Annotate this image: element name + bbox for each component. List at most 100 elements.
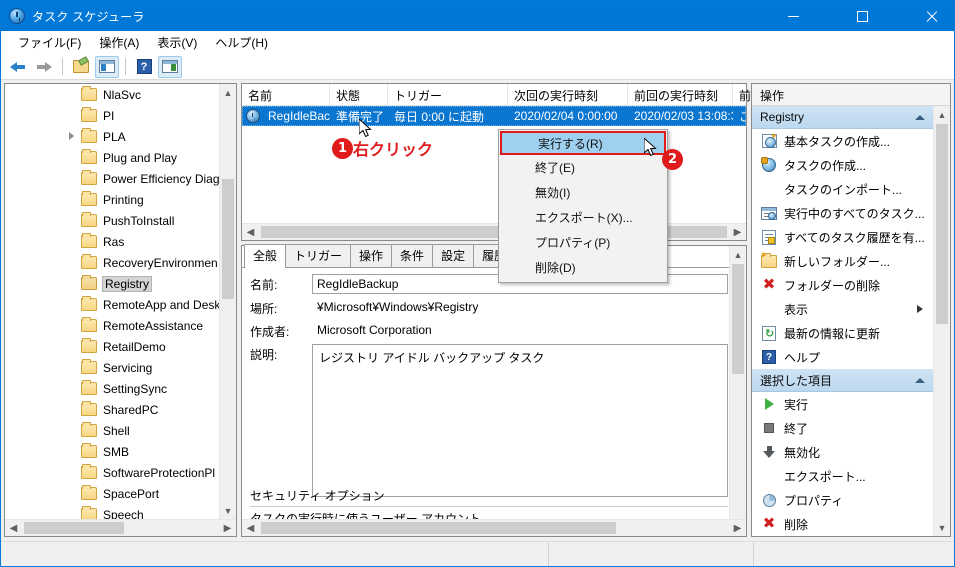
actions-group-header[interactable]: 選択した項目 [752,369,933,392]
action-item[interactable]: 実行 [752,392,933,416]
task-hscroll-right-icon[interactable]: ▶ [729,224,746,241]
action-item[interactable]: タスクのインポート... [752,177,933,201]
tree-item-smb[interactable]: SMB [5,441,219,462]
task-hscroll-left-icon[interactable]: ◀ [242,224,259,241]
tree-item-pushtoinstall[interactable]: PushToInstall [5,210,219,231]
up-folder-button[interactable] [69,56,93,78]
action-item[interactable]: 実行中のすべてのタスク... [752,201,933,225]
chevron-up-icon[interactable] [915,114,925,120]
tree-vertical-scrollbar[interactable]: ▲ ▼ [219,84,236,519]
action-item[interactable]: 無効化 [752,440,933,464]
action-item[interactable]: ✖ フォルダーの削除 [752,273,933,297]
hscroll-left-icon[interactable]: ◀ [5,520,22,537]
detail-vertical-scrollbar[interactable]: ▲ ▼ [729,246,746,536]
tree-item-shell[interactable]: Shell [5,420,219,441]
chevron-up-icon[interactable] [915,377,925,383]
chevron-right-icon[interactable] [917,305,923,313]
tab-0[interactable]: 全般 [244,244,287,268]
tree-item-recoveryenvironmen[interactable]: RecoveryEnvironmen [5,252,219,273]
show-action-pane-button[interactable] [158,55,182,78]
menu-file[interactable]: ファイル(F) [9,32,90,53]
task-column-header[interactable]: トリガー [388,84,508,105]
task-column-header[interactable]: 前回の実行時刻 [628,84,733,105]
tab-4[interactable]: 設定 [432,244,475,267]
detail-scroll-up-icon[interactable]: ▲ [730,246,746,263]
context-menu-item[interactable]: エクスポート(X)... [499,205,667,230]
tab-1[interactable]: トリガー [285,244,352,267]
task-row[interactable]: RegIdleBack...準備完了毎日 0:00 に起動2020/02/04 … [242,106,746,126]
show-console-tree-button[interactable] [95,55,119,78]
scroll-up-icon[interactable]: ▲ [220,84,236,101]
action-item[interactable]: ✦ 新しいフォルダー... [752,249,933,273]
tree-item-settingsync[interactable]: SettingSync [5,378,219,399]
back-button[interactable] [6,56,30,78]
menu-help[interactable]: ヘルプ(H) [206,32,277,53]
tree-item-remoteassistance[interactable]: RemoteAssistance [5,315,219,336]
action-item[interactable]: ✖ 削除 [752,512,933,536]
action-item[interactable]: プロパティ [752,488,933,512]
task-cell-name: RegIdleBack... [268,109,330,123]
context-menu-item[interactable]: 無効(I) [499,180,667,205]
task-column-header[interactable]: 状態 [330,84,388,105]
context-menu-item[interactable]: プロパティ(P) [499,230,667,255]
action-item[interactable]: 終了 [752,416,933,440]
context-menu-item[interactable]: 終了(E) [499,155,667,180]
detail-hscroll-right-icon[interactable]: ▶ [729,520,746,537]
tree-scroll-thumb[interactable] [222,179,234,299]
menu-view[interactable]: 表示(V) [148,32,206,53]
context-menu-item[interactable]: 実行する(R) [500,131,666,155]
task-column-header[interactable]: 次回の実行時刻 [508,84,628,105]
detail-horizontal-scrollbar[interactable]: ◀ ▶ [242,519,746,536]
menu-action[interactable]: 操作(A) [90,32,148,53]
tree-item-label: Shell [103,423,130,438]
actions-vertical-scrollbar[interactable]: ▲ ▼ [933,106,950,536]
tree-item-sharedpc[interactable]: SharedPC [5,399,219,420]
tree-item-power-efficiency-diag[interactable]: Power Efficiency Diag [5,168,219,189]
action-item[interactable]: ✦ 基本タスクの作成... [752,129,933,153]
close-button[interactable] [908,1,954,31]
tree-item-plug-and-play[interactable]: Plug and Play [5,147,219,168]
chevron-right-icon[interactable] [69,132,74,140]
task-list-header: 名前状態トリガー次回の実行時刻前回の実行時刻前回 [242,84,763,106]
tree-item-softwareprotectionpl[interactable]: SoftwareProtectionPl [5,462,219,483]
action-item[interactable]: ↻ 最新の情報に更新 [752,321,933,345]
tree-item-pi[interactable]: PI [5,105,219,126]
tree-horizontal-scrollbar[interactable]: ◀ ▶ [5,519,236,536]
tree-item-servicing[interactable]: Servicing [5,357,219,378]
task-list-horizontal-scrollbar[interactable]: ◀ ▶ [242,223,746,240]
scroll-down-icon[interactable]: ▼ [220,502,236,519]
tree-item-pla[interactable]: PLA [5,126,219,147]
actions-scroll-thumb[interactable] [936,124,948,324]
tree-item-ras[interactable]: Ras [5,231,219,252]
minimize-button[interactable] [770,1,816,31]
hscroll-right-icon[interactable]: ▶ [219,520,236,537]
tree-item-label: SoftwareProtectionPl [103,465,216,480]
tree-item-spaceport[interactable]: SpacePort [5,483,219,504]
tree-item-nlasvc[interactable]: NlaSvc [5,84,219,105]
detail-scroll-thumb[interactable] [732,264,744,374]
folder-icon [81,128,97,143]
tab-2[interactable]: 操作 [350,244,393,267]
tree-item-printing[interactable]: Printing [5,189,219,210]
tree-item-remoteapp-and-desk[interactable]: RemoteApp and Desk [5,294,219,315]
maximize-button[interactable] [839,1,885,31]
actions-scroll-up-icon[interactable]: ▲ [934,106,950,123]
action-item[interactable]: すべてのタスク履歴を有... [752,225,933,249]
action-item[interactable]: エクスポート... [752,464,933,488]
actions-scroll-down-icon[interactable]: ▼ [934,519,950,536]
tree-item-retaildemo[interactable]: RetailDemo [5,336,219,357]
detail-hscroll-thumb[interactable] [261,522,616,534]
tree-item-registry[interactable]: Registry [5,273,219,294]
actions-group-header[interactable]: Registry [752,106,933,129]
context-menu-item[interactable]: 削除(D) [499,255,667,280]
action-item[interactable]: 表示 [752,297,933,321]
tab-3[interactable]: 条件 [391,244,434,267]
action-item[interactable]: ? ヘルプ [752,345,933,369]
tree-item-speech[interactable]: Speech [5,504,219,519]
task-column-header[interactable]: 名前 [242,84,330,105]
forward-button[interactable] [32,56,56,78]
detail-hscroll-left-icon[interactable]: ◀ [242,520,259,537]
action-item[interactable]: タスクの作成... [752,153,933,177]
help-button[interactable]: ? [132,56,156,78]
tree-hscroll-thumb[interactable] [24,522,124,534]
